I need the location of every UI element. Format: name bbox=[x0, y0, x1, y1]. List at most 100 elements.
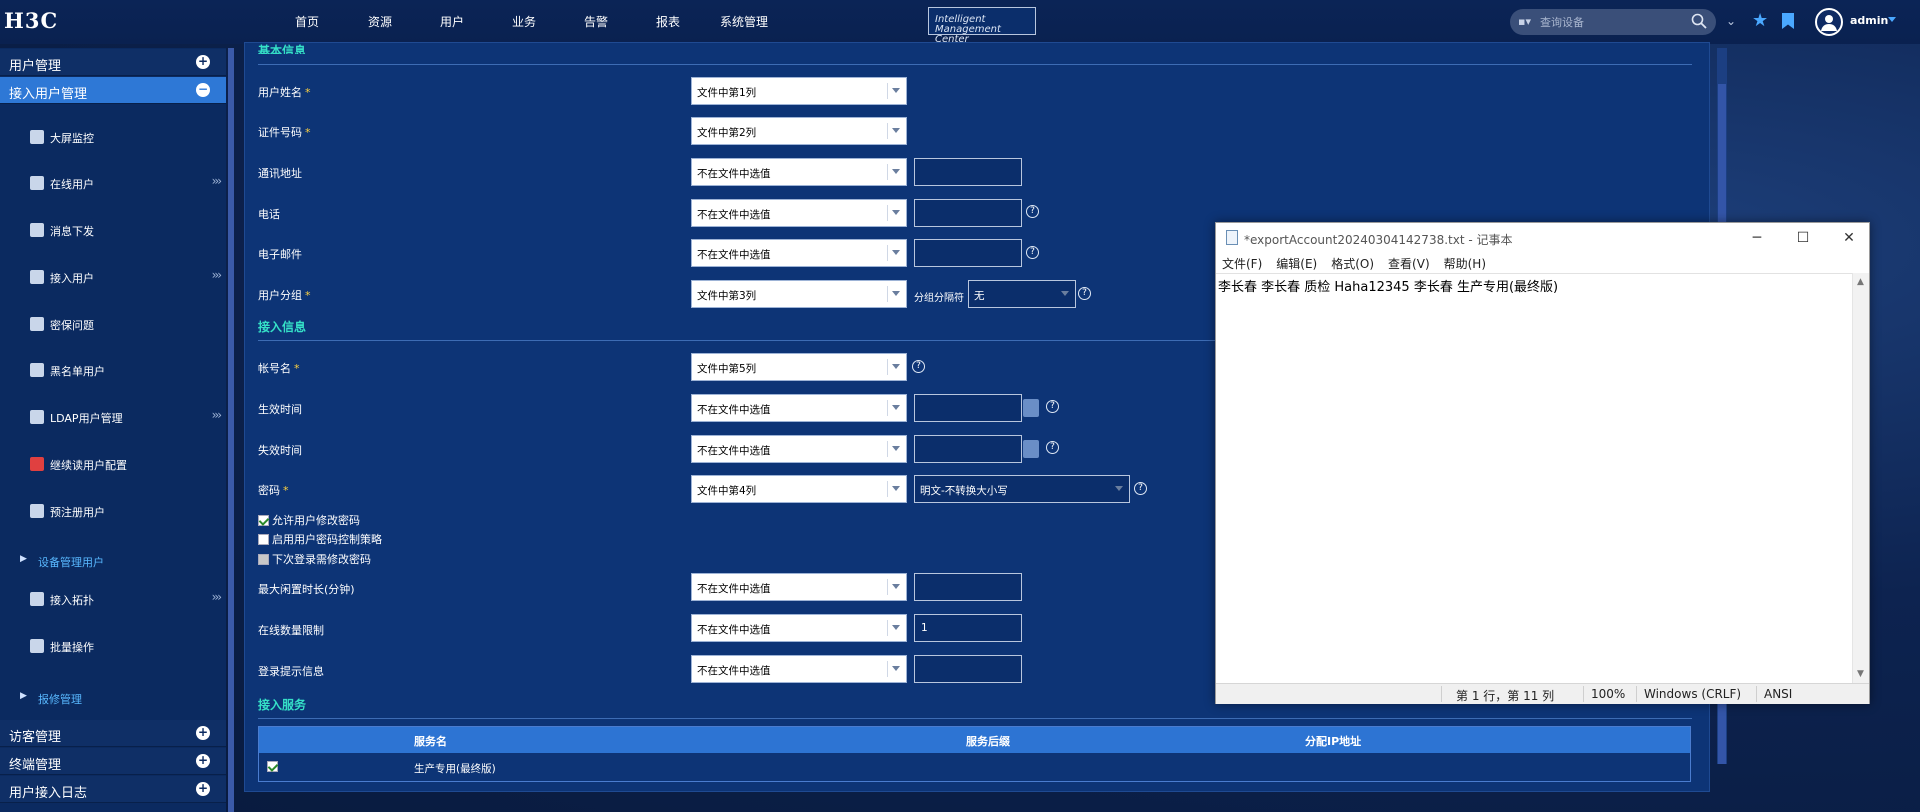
sidebar-item-security-question[interactable]: 密保问题 bbox=[0, 309, 226, 339]
sidebar-item-ldap[interactable]: LDAP用户管理 ››› bbox=[0, 402, 226, 432]
double-chevron-down-icon[interactable]: ⌄ bbox=[1726, 14, 1736, 28]
sidebar-item-online-users[interactable]: 在线用户 ››› bbox=[0, 168, 226, 198]
maximize-button[interactable]: ☐ bbox=[1783, 227, 1823, 249]
row-checkbox[interactable] bbox=[267, 761, 278, 772]
help-icon[interactable]: ? bbox=[1078, 287, 1091, 300]
bookmark-icon[interactable] bbox=[1782, 13, 1794, 29]
help-icon[interactable]: ? bbox=[1134, 482, 1147, 495]
sidebar-section-user-mgmt[interactable]: 用户管理 + bbox=[0, 49, 226, 76]
menu-format[interactable]: 格式(O) bbox=[1331, 255, 1374, 273]
select-email[interactable]: 不在文件中选值 bbox=[691, 239, 907, 267]
calendar-icon[interactable] bbox=[1023, 399, 1039, 417]
menu-file[interactable]: 文件(F) bbox=[1222, 255, 1262, 273]
notepad-scrollbar[interactable]: ▲ ▼ bbox=[1852, 273, 1869, 683]
sidebar-sub-repair-mgmt[interactable]: ▶ 报修管理 bbox=[0, 684, 226, 710]
sidebar-item-access-users[interactable]: 接入用户 ››› bbox=[0, 262, 226, 292]
help-icon[interactable]: ? bbox=[1046, 400, 1059, 413]
expand-triangle-icon[interactable]: ▶ bbox=[20, 691, 27, 701]
sidebar-section-terminal-mgmt[interactable]: 终端管理 + bbox=[0, 748, 226, 775]
sidebar-scrollbar[interactable] bbox=[228, 48, 234, 812]
sidebar-section-access-log[interactable]: 用户接入日志 + bbox=[0, 776, 226, 803]
input-max-idle[interactable] bbox=[914, 573, 1022, 601]
select-effective-time[interactable]: 不在文件中选值 bbox=[691, 394, 907, 422]
notepad-content[interactable]: 李长春 李长春 质检 Haha12345 李长春 生产专用(最终版) bbox=[1218, 276, 1558, 295]
search-input[interactable] bbox=[1540, 13, 1680, 31]
select-max-idle[interactable]: 不在文件中选值 bbox=[691, 573, 907, 601]
sidebar-item-blacklist[interactable]: 黑名单用户 bbox=[0, 355, 226, 385]
nav-alarm[interactable]: 告警 bbox=[560, 0, 632, 44]
select-expire-time[interactable]: 不在文件中选值 bbox=[691, 435, 907, 463]
notepad-titlebar[interactable]: *exportAccount20240304142738.txt - 记事本 ─… bbox=[1216, 223, 1869, 253]
scroll-down-icon[interactable]: ▼ bbox=[1857, 669, 1864, 679]
select-login-tip[interactable]: 不在文件中选值 bbox=[691, 655, 907, 683]
menu-help[interactable]: 帮助(H) bbox=[1444, 255, 1486, 273]
help-icon[interactable]: ? bbox=[1026, 205, 1039, 218]
expand-plus-icon[interactable]: + bbox=[196, 754, 210, 768]
username-label[interactable]: admin bbox=[1850, 14, 1888, 27]
col-service-suffix[interactable]: 服务后缀 bbox=[966, 733, 1010, 749]
col-assign-ip[interactable]: 分配IP地址 bbox=[1305, 733, 1361, 749]
search-filter-icon[interactable]: ▪▾ bbox=[1518, 15, 1531, 28]
close-button[interactable]: ✕ bbox=[1829, 227, 1869, 249]
chevron-right-icon[interactable]: ››› bbox=[212, 268, 223, 282]
select-group-separator[interactable]: 无 bbox=[968, 280, 1076, 308]
help-icon[interactable]: ? bbox=[1026, 246, 1039, 259]
select-phone[interactable]: 不在文件中选值 bbox=[691, 199, 907, 227]
input-expire-time[interactable] bbox=[914, 435, 1022, 463]
select-password[interactable]: 文件中第4列 bbox=[691, 475, 907, 503]
sidebar-item-user-config[interactable]: 继续读用户配置 bbox=[0, 449, 226, 479]
checkbox-unchecked[interactable] bbox=[258, 533, 269, 545]
select-password-mode[interactable]: 明文-不转换大小写 bbox=[914, 475, 1130, 503]
nav-home[interactable]: 首页 bbox=[270, 0, 344, 44]
help-icon[interactable]: ? bbox=[912, 360, 925, 373]
expand-plus-icon[interactable]: + bbox=[196, 782, 210, 796]
minimize-button[interactable]: ─ bbox=[1737, 227, 1777, 249]
sidebar-item-topology[interactable]: 接入拓扑 ››› bbox=[0, 584, 226, 614]
nav-resource[interactable]: 资源 bbox=[344, 0, 416, 44]
input-address[interactable] bbox=[914, 158, 1022, 186]
select-account[interactable]: 文件中第5列 bbox=[691, 353, 907, 381]
chevron-right-icon[interactable]: ››› bbox=[212, 408, 223, 422]
table-row[interactable]: 生产专用(最终版) bbox=[259, 753, 1690, 781]
select-id-number[interactable]: 文件中第2列 bbox=[691, 117, 907, 145]
user-menu-caret-icon[interactable] bbox=[1888, 17, 1896, 22]
select-online-limit[interactable]: 不在文件中选值 bbox=[691, 614, 907, 642]
col-service-name[interactable]: 服务名 bbox=[414, 733, 447, 749]
menu-edit[interactable]: 编辑(E) bbox=[1276, 255, 1317, 273]
select-address[interactable]: 不在文件中选值 bbox=[691, 158, 907, 186]
nav-system[interactable]: 系统管理 bbox=[704, 0, 784, 44]
sidebar-item-batch[interactable]: 批量操作 bbox=[0, 631, 226, 661]
input-login-tip[interactable] bbox=[914, 655, 1022, 683]
input-email[interactable] bbox=[914, 239, 1022, 267]
sidebar-section-guest-mgmt[interactable]: 访客管理 + bbox=[0, 720, 226, 747]
chevron-right-icon[interactable]: ››› bbox=[212, 174, 223, 188]
sidebar-item-pre-register[interactable]: 预注册用户 bbox=[0, 496, 226, 526]
input-online-limit[interactable]: 1 bbox=[914, 614, 1022, 642]
checkbox-password-policy[interactable]: 启用用户密码控制策略 bbox=[258, 531, 382, 547]
avatar[interactable] bbox=[1815, 8, 1843, 36]
nav-service[interactable]: 业务 bbox=[488, 0, 560, 44]
calendar-icon[interactable] bbox=[1023, 440, 1039, 458]
input-effective-time[interactable] bbox=[914, 394, 1022, 422]
checkbox-allow-change-password[interactable]: 允许用户修改密码 bbox=[258, 512, 360, 528]
checkbox-checked[interactable] bbox=[258, 514, 269, 526]
expand-triangle-icon[interactable]: ▶ bbox=[20, 554, 27, 564]
nav-report[interactable]: 报表 bbox=[632, 0, 704, 44]
input-phone[interactable] bbox=[914, 199, 1022, 227]
sidebar-item-big-screen[interactable]: 大屏监控 bbox=[0, 122, 226, 152]
select-user-group[interactable]: 文件中第3列 bbox=[691, 280, 907, 308]
expand-plus-icon[interactable]: + bbox=[196, 726, 210, 740]
expand-plus-icon[interactable]: + bbox=[196, 55, 210, 69]
collapse-minus-icon[interactable]: − bbox=[196, 83, 210, 97]
scroll-up-icon[interactable]: ▲ bbox=[1857, 277, 1864, 287]
select-user-name[interactable]: 文件中第1列 bbox=[691, 77, 907, 105]
h3c-logo[interactable]: H3C Intelligent Management Center bbox=[4, 6, 1036, 44]
search-icon[interactable] bbox=[1690, 12, 1708, 30]
sidebar-section-access-user-mgmt[interactable]: 接入用户管理 − bbox=[0, 77, 226, 104]
chevron-right-icon[interactable]: ››› bbox=[212, 590, 223, 604]
notepad-text-area[interactable]: 李长春 李长春 质检 Haha12345 李长春 生产专用(最终版) bbox=[1216, 273, 1853, 683]
nav-user[interactable]: 用户 bbox=[416, 0, 488, 44]
favorite-star-icon[interactable]: ★ bbox=[1752, 10, 1768, 31]
sidebar-sub-device-mgmt-users[interactable]: ▶ 设备管理用户 bbox=[0, 547, 226, 573]
sidebar-item-message[interactable]: 消息下发 bbox=[0, 215, 226, 245]
